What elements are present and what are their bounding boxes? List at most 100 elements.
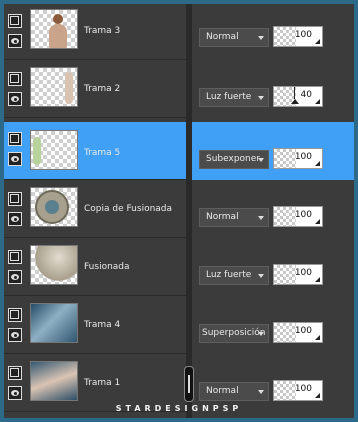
layer-options-row: Superposición 100 bbox=[192, 298, 354, 354]
opacity-field[interactable]: 100 bbox=[273, 26, 323, 47]
opacity-corner-icon bbox=[315, 99, 320, 104]
blend-mode-dropdown[interactable]: Normal bbox=[199, 208, 269, 227]
group-icon[interactable] bbox=[8, 250, 22, 264]
opacity-field[interactable]: 100 bbox=[273, 206, 323, 227]
opacity-value: 100 bbox=[294, 30, 312, 40]
layer-options-list: Normal 100 Luz fuerte 40 Subexponer 100 … bbox=[192, 4, 354, 418]
layer-options-row: Luz fuerte 40 bbox=[192, 62, 354, 118]
layer-row[interactable]: Trama 2 bbox=[4, 62, 186, 118]
visibility-eye-icon[interactable] bbox=[8, 92, 22, 106]
dropdown-caret-icon bbox=[258, 158, 264, 162]
layer-thumbnail bbox=[30, 187, 78, 227]
opacity-field[interactable]: 100 bbox=[273, 264, 323, 285]
opacity-value: 40 bbox=[300, 90, 312, 100]
opacity-corner-icon bbox=[315, 277, 320, 282]
opacity-field[interactable]: 100 bbox=[273, 148, 323, 169]
group-icon[interactable] bbox=[8, 132, 22, 146]
opacity-corner-icon bbox=[315, 393, 320, 398]
opacity-value: 100 bbox=[294, 384, 312, 394]
layer-icons bbox=[8, 72, 26, 112]
opacity-slider-marker[interactable] bbox=[294, 87, 295, 99]
layers-panel: Trama 3 Trama 2 Trama 5 Copia de Fusiona… bbox=[4, 4, 354, 418]
opacity-checker bbox=[274, 149, 296, 168]
opacity-field[interactable]: 100 bbox=[273, 322, 323, 343]
opacity-corner-icon bbox=[315, 161, 320, 166]
layer-icons bbox=[8, 308, 26, 348]
blend-mode-label: Luz fuerte bbox=[206, 92, 252, 102]
layer-options-row: Normal 100 bbox=[192, 4, 354, 60]
layer-row[interactable]: Copia de Fusionada bbox=[4, 182, 186, 238]
opacity-corner-icon bbox=[315, 39, 320, 44]
layer-icons bbox=[8, 366, 26, 406]
layer-thumbnail bbox=[30, 245, 78, 285]
opacity-slider-pointer-icon[interactable] bbox=[291, 99, 299, 104]
layer-row[interactable]: Trama 3 bbox=[4, 4, 186, 60]
opacity-checker bbox=[274, 207, 296, 226]
group-icon[interactable] bbox=[8, 366, 22, 380]
layer-icons bbox=[8, 192, 26, 232]
dropdown-caret-icon bbox=[258, 216, 264, 220]
opacity-checker bbox=[274, 381, 296, 400]
layer-name: Trama 5 bbox=[84, 148, 121, 158]
visibility-eye-icon[interactable] bbox=[8, 212, 22, 226]
opacity-value: 100 bbox=[294, 210, 312, 220]
visibility-eye-icon[interactable] bbox=[8, 152, 22, 166]
opacity-corner-icon bbox=[315, 335, 320, 340]
layer-thumbnail bbox=[30, 303, 78, 343]
blend-mode-label: Normal bbox=[206, 212, 239, 222]
layer-thumbnail bbox=[30, 9, 78, 49]
group-icon[interactable] bbox=[8, 14, 22, 28]
opacity-field[interactable]: 40 bbox=[273, 86, 323, 107]
dropdown-caret-icon bbox=[258, 390, 264, 394]
layer-thumbnail bbox=[30, 361, 78, 401]
group-icon[interactable] bbox=[8, 192, 22, 206]
layer-thumbnail bbox=[30, 130, 78, 170]
blend-mode-dropdown[interactable]: Normal bbox=[199, 382, 269, 401]
visibility-eye-icon[interactable] bbox=[8, 386, 22, 400]
layer-options-row: Subexponer 100 bbox=[192, 122, 354, 180]
opacity-value: 100 bbox=[294, 326, 312, 336]
layer-options-row: Normal 100 bbox=[192, 182, 354, 238]
layer-thumbnail bbox=[30, 67, 78, 107]
layer-name: Trama 4 bbox=[84, 320, 121, 330]
group-icon[interactable] bbox=[8, 308, 22, 322]
layer-name: Trama 2 bbox=[84, 84, 121, 94]
layer-list: Trama 3 Trama 2 Trama 5 Copia de Fusiona… bbox=[4, 4, 186, 418]
opacity-corner-icon bbox=[315, 219, 320, 224]
dropdown-caret-icon bbox=[258, 36, 264, 40]
layer-icons bbox=[8, 250, 26, 290]
dropdown-caret-icon bbox=[258, 332, 264, 336]
blend-mode-dropdown[interactable]: Normal bbox=[199, 28, 269, 47]
blend-mode-dropdown[interactable]: Superposición bbox=[199, 324, 269, 343]
layer-name: Trama 1 bbox=[84, 378, 121, 388]
opacity-value: 100 bbox=[294, 152, 312, 162]
layer-name: Copia de Fusionada bbox=[84, 204, 173, 214]
opacity-field[interactable]: 100 bbox=[273, 380, 323, 401]
blend-mode-label: Subexponer bbox=[206, 154, 260, 164]
dropdown-caret-icon bbox=[258, 274, 264, 278]
group-icon[interactable] bbox=[8, 72, 22, 86]
layer-name: Fusionada bbox=[84, 262, 130, 272]
blend-mode-label: Normal bbox=[206, 32, 239, 42]
layer-name: Trama 3 bbox=[84, 26, 121, 36]
opacity-value: 100 bbox=[294, 268, 312, 278]
visibility-eye-icon[interactable] bbox=[8, 270, 22, 284]
blend-mode-label: Normal bbox=[206, 386, 239, 396]
blend-mode-label: Luz fuerte bbox=[206, 270, 252, 280]
visibility-eye-icon[interactable] bbox=[8, 34, 22, 48]
opacity-checker bbox=[274, 265, 296, 284]
visibility-eye-icon[interactable] bbox=[8, 328, 22, 342]
layer-row[interactable]: Trama 5 bbox=[4, 122, 186, 180]
layer-options-row: Luz fuerte 100 bbox=[192, 240, 354, 296]
layer-row[interactable]: Fusionada bbox=[4, 240, 186, 296]
blend-mode-dropdown[interactable]: Luz fuerte bbox=[199, 88, 269, 107]
opacity-checker bbox=[274, 323, 296, 342]
watermark: STARDESIGNPSP bbox=[115, 404, 243, 413]
layer-icons bbox=[8, 14, 26, 54]
blend-mode-dropdown[interactable]: Subexponer bbox=[199, 150, 269, 169]
layer-icons bbox=[8, 132, 26, 172]
dropdown-caret-icon bbox=[258, 96, 264, 100]
layer-row[interactable]: Trama 4 bbox=[4, 298, 186, 354]
blend-mode-dropdown[interactable]: Luz fuerte bbox=[199, 266, 269, 285]
opacity-checker bbox=[274, 87, 296, 106]
